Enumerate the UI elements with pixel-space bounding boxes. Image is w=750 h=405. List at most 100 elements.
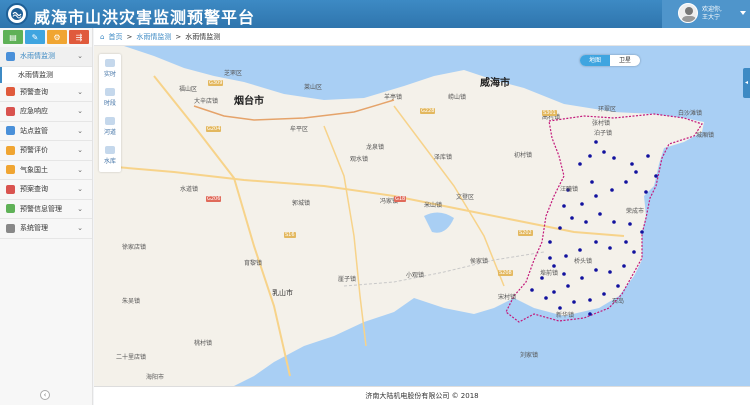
chevron-down-icon: ⌄: [77, 146, 83, 154]
sidebar-item-label: 水雨情监测: [20, 52, 55, 61]
station-marker[interactable]: [594, 194, 598, 198]
place-label: 泽库镇: [434, 154, 453, 161]
station-marker[interactable]: [612, 220, 616, 224]
menu-icon: [6, 223, 15, 233]
station-marker[interactable]: [548, 240, 552, 244]
station-marker[interactable]: [588, 312, 592, 316]
tool-realtime-button[interactable]: 实时: [99, 54, 121, 83]
station-marker[interactable]: [566, 284, 570, 288]
sidebar-item-4[interactable]: 预警评价 ⌄: [0, 141, 92, 161]
place-label: 莱山区: [304, 84, 323, 91]
tool-reservoir-button[interactable]: 水库: [99, 141, 121, 170]
tool-river-button[interactable]: 河道: [99, 112, 121, 141]
city-label-weihai: 威海市: [480, 78, 510, 89]
footer: 济南大陆机电股份有限公司 © 2018: [94, 386, 750, 405]
station-marker[interactable]: [570, 216, 574, 220]
station-marker[interactable]: [640, 230, 644, 234]
station-marker[interactable]: [578, 248, 582, 252]
station-marker[interactable]: [584, 220, 588, 224]
road-label: S301: [542, 110, 557, 116]
station-marker[interactable]: [624, 180, 628, 184]
station-marker[interactable]: [630, 162, 634, 166]
station-marker[interactable]: [602, 292, 606, 296]
sidebar-item-0[interactable]: 水雨情监测 ⌄: [0, 47, 92, 67]
station-marker[interactable]: [608, 246, 612, 250]
pencil-icon[interactable]: ✎: [25, 30, 45, 44]
place-label: 郭城镇: [292, 200, 311, 207]
station-marker[interactable]: [544, 296, 548, 300]
station-marker[interactable]: [588, 154, 592, 158]
map-view[interactable]: 烟台市 威海市 乳山市 芝罘区 福山区 莱山区 牟平区 龙泉镇 观水镇 水道镇 郭城镇 冯家镇崖…: [94, 46, 750, 386]
station-marker[interactable]: [552, 290, 556, 294]
map-type-satellite-button[interactable]: 卫星: [610, 55, 640, 66]
road-label: G206: [206, 196, 222, 202]
sidebar-item-8[interactable]: 系统管理 ⌄: [0, 219, 92, 239]
station-marker[interactable]: [564, 254, 568, 258]
sidebar-item-7[interactable]: 预警信息管理 ⌄: [0, 200, 92, 219]
place-label: 福山区: [179, 86, 198, 93]
station-marker[interactable]: [624, 240, 628, 244]
user-menu[interactable]: 欢迎你, 王大宁: [662, 0, 750, 28]
station-marker[interactable]: [594, 268, 598, 272]
station-marker[interactable]: [594, 240, 598, 244]
station-marker[interactable]: [572, 300, 576, 304]
station-marker[interactable]: [578, 162, 582, 166]
share-icon[interactable]: ⇶: [69, 30, 89, 44]
sidebar-item-label: 预警查询: [20, 87, 48, 96]
station-marker[interactable]: [580, 276, 584, 280]
sidebar-subitem-active[interactable]: 水雨情监测: [0, 66, 92, 83]
station-marker[interactable]: [634, 170, 638, 174]
breadcrumb-level1[interactable]: 水雨情监测: [136, 32, 171, 42]
station-marker[interactable]: [610, 188, 614, 192]
place-label: 荣成市: [626, 208, 645, 215]
breadcrumb-current: 水雨情监测: [185, 32, 221, 41]
sidebar-item-6[interactable]: 预案查询 ⌄: [0, 180, 92, 200]
station-marker[interactable]: [644, 190, 648, 194]
station-marker[interactable]: [594, 140, 598, 144]
station-marker[interactable]: [562, 272, 566, 276]
sidebar-item-2[interactable]: 应急响应 ⌄: [0, 102, 92, 122]
gear-icon[interactable]: ⚙: [47, 30, 67, 44]
city-label-rushan: 乳山市: [272, 289, 293, 297]
home-icon[interactable]: ⌂: [100, 33, 104, 41]
station-marker[interactable]: [590, 180, 594, 184]
road-label: S16: [284, 232, 296, 238]
station-marker[interactable]: [602, 150, 606, 154]
station-marker[interactable]: [616, 284, 620, 288]
place-label: 侯家镇: [470, 258, 489, 265]
sidebar-item-1[interactable]: 预警查询 ⌄: [0, 83, 92, 102]
station-marker[interactable]: [654, 174, 658, 178]
station-marker[interactable]: [562, 204, 566, 208]
map-type-map-button[interactable]: 地图: [580, 55, 610, 66]
station-marker[interactable]: [598, 212, 602, 216]
station-marker[interactable]: [632, 250, 636, 254]
avatar[interactable]: [678, 3, 698, 23]
platform-logo: [6, 3, 28, 25]
station-marker[interactable]: [580, 202, 584, 206]
place-label: 桃村镇: [194, 340, 213, 347]
collapse-sidebar-icon[interactable]: ‹: [40, 390, 50, 400]
station-marker[interactable]: [646, 154, 650, 158]
station-marker[interactable]: [612, 156, 616, 160]
app-title: 威海市山洪灾害监测预警平台: [34, 8, 256, 27]
station-marker[interactable]: [628, 222, 632, 226]
station-marker[interactable]: [622, 264, 626, 268]
sidebar-item-3[interactable]: 站点监管 ⌄: [0, 122, 92, 141]
station-marker[interactable]: [548, 256, 552, 260]
chart-icon[interactable]: ▤: [3, 30, 23, 44]
chevron-down-icon[interactable]: [740, 11, 746, 15]
station-marker[interactable]: [588, 298, 592, 302]
tool-realtime-label: 实时: [103, 71, 116, 78]
road-label: G18: [394, 196, 407, 202]
station-marker[interactable]: [608, 270, 612, 274]
place-label: 芝罘区: [224, 70, 243, 77]
right-panel-toggle[interactable]: ◂: [743, 68, 750, 98]
station-marker[interactable]: [530, 288, 534, 292]
breadcrumb-home[interactable]: 首页: [108, 32, 122, 42]
tool-period-button[interactable]: 时段: [99, 83, 121, 112]
station-marker[interactable]: [558, 226, 562, 230]
map-toolbar: 实时 时段 河道 水库: [99, 54, 121, 172]
sidebar-item-5[interactable]: 气象国土 ⌄: [0, 161, 92, 180]
sidebar-item-label: 系统管理: [20, 224, 48, 233]
city-label-yantai: 烟台市: [234, 96, 264, 107]
